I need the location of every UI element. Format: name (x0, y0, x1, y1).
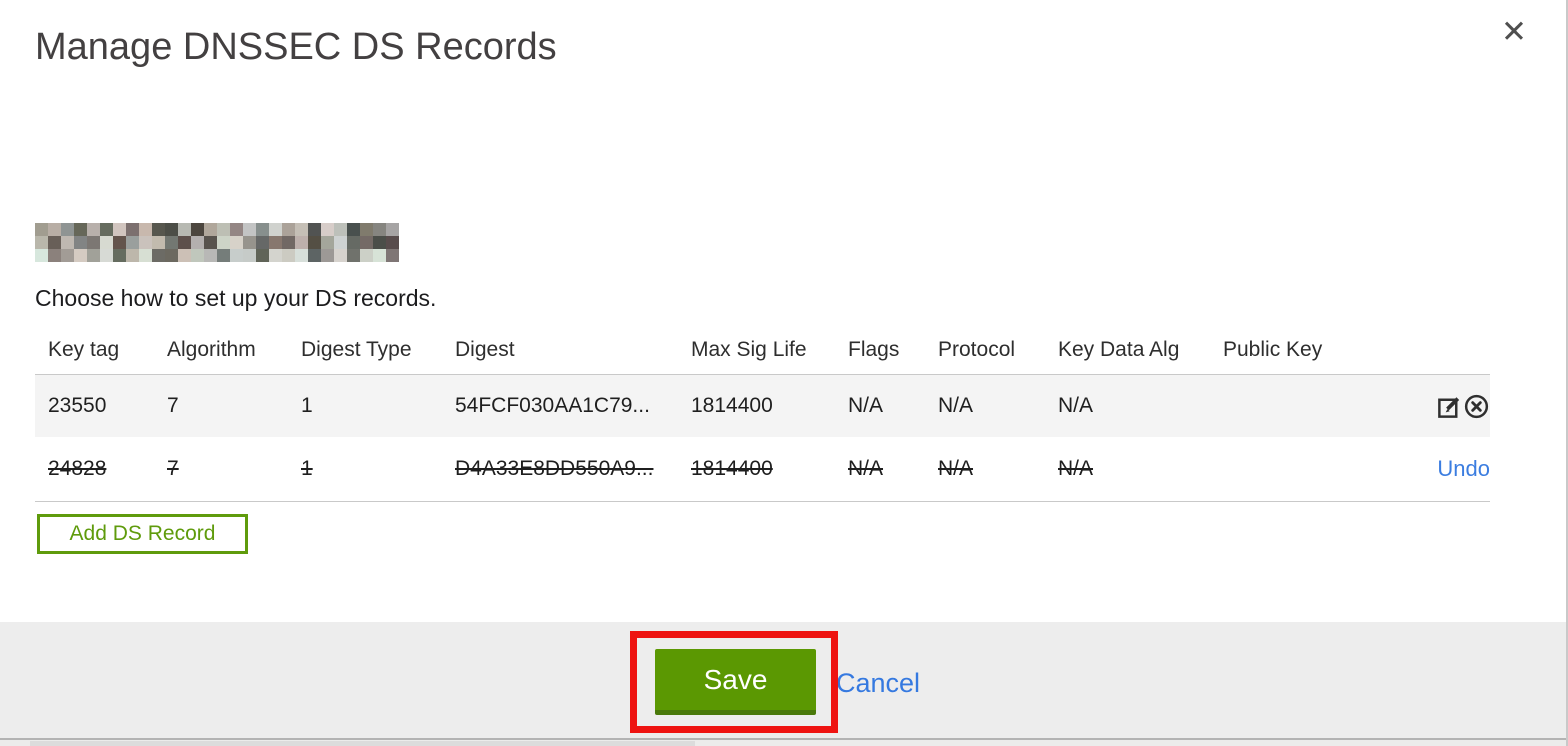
page-behind-modal-content (30, 741, 695, 746)
cell-flags: N/A (835, 437, 925, 502)
column-header-digest: Digest (442, 326, 678, 375)
dnssec-modal: Manage DNSSEC DS Records ✕ Choose how to… (0, 0, 1568, 746)
table-header-row: Key tag Algorithm Digest Type Digest Max… (35, 326, 1490, 375)
undo-link[interactable]: Undo (1437, 456, 1490, 481)
cell-key-data-alg: N/A (1045, 437, 1210, 502)
cell-key-tag: 24828 (35, 437, 154, 502)
redacted-domain-name (35, 223, 399, 262)
ds-records-table: Key tag Algorithm Digest Type Digest Max… (35, 326, 1490, 502)
delete-icon[interactable] (1463, 393, 1490, 420)
column-header-key-tag: Key tag (35, 326, 154, 375)
cell-public-key (1210, 437, 1410, 502)
column-header-max-sig-life: Max Sig Life (678, 326, 835, 375)
cell-max-sig-life: 1814400 (678, 374, 835, 437)
cell-algorithm: 7 (154, 374, 288, 437)
column-header-digest-type: Digest Type (288, 326, 442, 375)
column-header-key-data-alg: Key Data Alg (1045, 326, 1210, 375)
cell-key-tag: 23550 (35, 374, 154, 437)
save-button[interactable]: Save (655, 649, 816, 715)
column-header-actions (1410, 326, 1490, 375)
cell-flags: N/A (835, 374, 925, 437)
add-ds-record-button[interactable]: Add DS Record (37, 514, 248, 554)
column-header-algorithm: Algorithm (154, 326, 288, 375)
column-header-public-key: Public Key (1210, 326, 1410, 375)
cell-max-sig-life: 1814400 (678, 437, 835, 502)
cell-key-data-alg: N/A (1045, 374, 1210, 437)
cancel-link[interactable]: Cancel (836, 668, 920, 699)
cell-digest-type: 1 (288, 374, 442, 437)
cell-protocol: N/A (925, 437, 1045, 502)
cell-algorithm: 7 (154, 437, 288, 502)
cell-digest: D4A33E8DD550A9... (442, 437, 678, 502)
page-title: Manage DNSSEC DS Records (35, 26, 557, 68)
subtitle-text: Choose how to set up your DS records. (35, 285, 437, 311)
column-header-protocol: Protocol (925, 326, 1045, 375)
table-row-deleted: 24828 7 1 D4A33E8DD550A9... 1814400 N/A … (35, 437, 1490, 502)
cell-row-actions (1410, 374, 1490, 437)
cell-digest: 54FCF030AA1C79... (442, 374, 678, 437)
cell-row-actions: Undo (1410, 437, 1490, 502)
cell-protocol: N/A (925, 374, 1045, 437)
close-icon[interactable]: ✕ (1501, 16, 1527, 47)
cell-public-key (1210, 374, 1410, 437)
cell-digest-type: 1 (288, 437, 442, 502)
edit-icon[interactable] (1436, 393, 1463, 420)
table-row: 23550 7 1 54FCF030AA1C79... 1814400 N/A … (35, 374, 1490, 437)
column-header-flags: Flags (835, 326, 925, 375)
